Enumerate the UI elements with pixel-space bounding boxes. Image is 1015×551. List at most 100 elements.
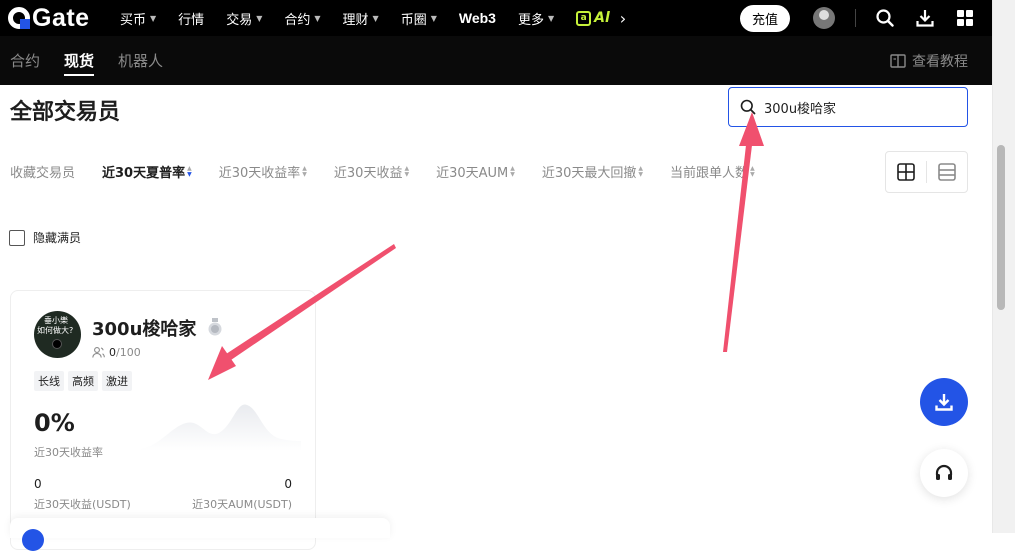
chevron-down-icon: ▼ — [314, 13, 321, 23]
search-icon — [740, 99, 756, 115]
sort-arrows-icon: ▲ ▼ — [638, 164, 644, 178]
tab-bots[interactable]: 机器人 — [118, 36, 163, 85]
sort-pnl-30d[interactable]: 近30天收益 ▲ ▼ — [334, 162, 409, 181]
nav-item-alpha[interactable]: a Al — [576, 10, 610, 26]
sort-label: 收藏交易员 — [10, 166, 76, 181]
chevron-down-icon: ▼ — [547, 13, 555, 23]
chevron-down-icon: ▼ — [372, 13, 379, 23]
chevron-down-icon: ▼ — [256, 13, 263, 23]
roi-value: 0% — [34, 409, 75, 437]
grid-view-icon — [897, 163, 915, 181]
gate-logo-mark — [8, 7, 30, 29]
annotation-arrow-to-search — [723, 112, 764, 352]
hide-full-checkbox[interactable] — [9, 229, 25, 246]
deposit-button[interactable]: 充值 — [740, 4, 790, 32]
search-icon[interactable] — [874, 7, 896, 29]
search-value: 300u梭哈家 — [764, 101, 837, 117]
alpha-label: Al — [594, 10, 610, 26]
sort-bar: 收藏交易员 近30天夏普率 ▲ ▼ 近30天收益率 ▲ ▼ 近30天收益 ▲ ▼ 近30天A… — [10, 162, 782, 181]
sort-label: 当前跟单人数 — [670, 166, 749, 181]
apps-grid-icon[interactable] — [954, 7, 976, 29]
sort-current-followers[interactable]: 当前跟单人数 ▲ ▼ — [670, 162, 755, 181]
sort-label: 近30天最大回撤 — [541, 166, 637, 181]
footer-badge — [22, 529, 44, 551]
download-icon[interactable] — [914, 7, 936, 29]
grid-view-button[interactable] — [886, 152, 926, 192]
trader-search-input[interactable]: 300u梭哈家 — [728, 87, 968, 127]
nav-item-markets[interactable]: 行情 — [178, 9, 204, 28]
nav-item-trade[interactable]: 交易 ▼ — [226, 9, 262, 28]
trader-card[interactable]: 垂小樂 如何做大? 300u梭哈家 0/100 长线 高频 激进 0% 近30天… — [10, 290, 316, 550]
roi-label: 近30天收益率 — [34, 446, 103, 459]
gate-logo[interactable]: Gate — [8, 4, 120, 33]
chevron-right-icon[interactable]: › — [620, 9, 626, 28]
headset-icon — [935, 464, 953, 480]
trader-tag: 长线 — [34, 371, 64, 391]
gate-logo-text: Gate — [32, 3, 90, 32]
trader-tag: 激进 — [102, 371, 132, 391]
avatar-caption-2: 如何做大? — [37, 326, 74, 335]
app-download-button[interactable] — [920, 378, 968, 426]
sort-roi-30d[interactable]: 近30天收益率 ▲ ▼ — [219, 162, 307, 181]
nav-item-earn[interactable]: 理财 ▼ — [343, 9, 379, 28]
sort-max-drawdown-30d[interactable]: 近30天最大回撤 ▲ ▼ — [542, 162, 643, 181]
top-right-actions: 充值 — [740, 0, 976, 36]
nav-item-label: 币圈 — [400, 12, 427, 28]
followers-max: /100 — [116, 346, 141, 359]
hide-full-filter[interactable]: 隐藏满员 — [9, 229, 81, 246]
users-icon — [92, 347, 105, 358]
download-icon — [935, 394, 953, 411]
nav-item-label: 交易 — [226, 12, 253, 28]
nav-item-label: 更多 — [517, 12, 544, 28]
sort-label: 近30天收益率 — [218, 166, 301, 181]
pnl-label: 近30天收益(USDT) — [34, 498, 131, 511]
nav-item-label: 买币 — [120, 12, 147, 28]
sort-favorites[interactable]: 收藏交易员 — [10, 162, 75, 181]
trader-tags: 长线 高频 激进 — [34, 371, 136, 391]
copy-trading-subnav: 合约 现货 机器人 查看教程 — [0, 36, 992, 85]
sort-label: 近30天夏普率 — [102, 166, 186, 181]
sort-label: 近30天收益 — [333, 166, 403, 181]
sort-arrows-icon: ▲ ▼ — [404, 164, 410, 178]
view-toggle — [885, 151, 968, 193]
list-view-button[interactable] — [927, 152, 967, 192]
alpha-icon: a — [576, 10, 592, 26]
tutorial-link[interactable]: 查看教程 — [890, 36, 968, 85]
book-icon — [890, 53, 906, 68]
chevron-down-icon: ▼ — [430, 13, 437, 23]
card-footer-strip — [10, 518, 390, 538]
nav-item-label: 理财 — [342, 12, 369, 28]
page-title: 全部交易员 — [10, 100, 121, 125]
sort-label: 近30天AUM — [436, 166, 509, 181]
tab-spot[interactable]: 现货 — [64, 36, 95, 85]
user-avatar[interactable] — [813, 7, 835, 29]
scrollbar-thumb[interactable] — [997, 145, 1005, 310]
nav-item-label: 合约 — [284, 12, 311, 28]
followers-count: 0/100 — [92, 346, 141, 359]
nav-item-more[interactable]: 更多 ▼ — [518, 9, 554, 28]
followers-current: 0 — [109, 346, 116, 359]
tutorial-label: 查看教程 — [912, 53, 968, 70]
tab-futures[interactable]: 合约 — [10, 36, 40, 85]
list-view-icon — [938, 163, 956, 181]
medal-icon — [208, 318, 222, 336]
aum-value: 0 — [284, 477, 292, 491]
pnl-value: 0 — [34, 477, 42, 491]
sort-arrows-icon: ▲ ▼ — [187, 164, 192, 178]
roi-sparkline — [141, 404, 301, 451]
customer-support-button[interactable] — [920, 449, 968, 497]
nav-item-web3[interactable]: Web3 — [459, 10, 496, 26]
sort-aum-30d[interactable]: 近30天AUM ▲ ▼ — [436, 162, 515, 181]
sort-sharpe-30d[interactable]: 近30天夏普率 ▲ ▼ — [102, 162, 192, 181]
sort-arrows-icon: ▲ ▼ — [750, 164, 755, 178]
nav-item-futures[interactable]: 合约 ▼ — [284, 9, 320, 28]
page-scrollbar[interactable] — [992, 0, 1015, 533]
divider — [855, 9, 856, 27]
trader-avatar: 垂小樂 如何做大? — [34, 311, 81, 358]
chevron-down-icon: ▼ — [150, 13, 157, 23]
avatar-figure — [52, 339, 62, 349]
main-nav: 买币 ▼ 行情 交易 ▼ 合约 ▼ 理财 ▼ 币圈 ▼ Web3 更多 ▼ a Al › — [120, 0, 666, 36]
nav-item-square[interactable]: 币圈 ▼ — [401, 9, 437, 28]
trader-name[interactable]: 300u梭哈家 — [92, 315, 196, 341]
nav-item-buy-crypto[interactable]: 买币 ▼ — [120, 9, 156, 28]
